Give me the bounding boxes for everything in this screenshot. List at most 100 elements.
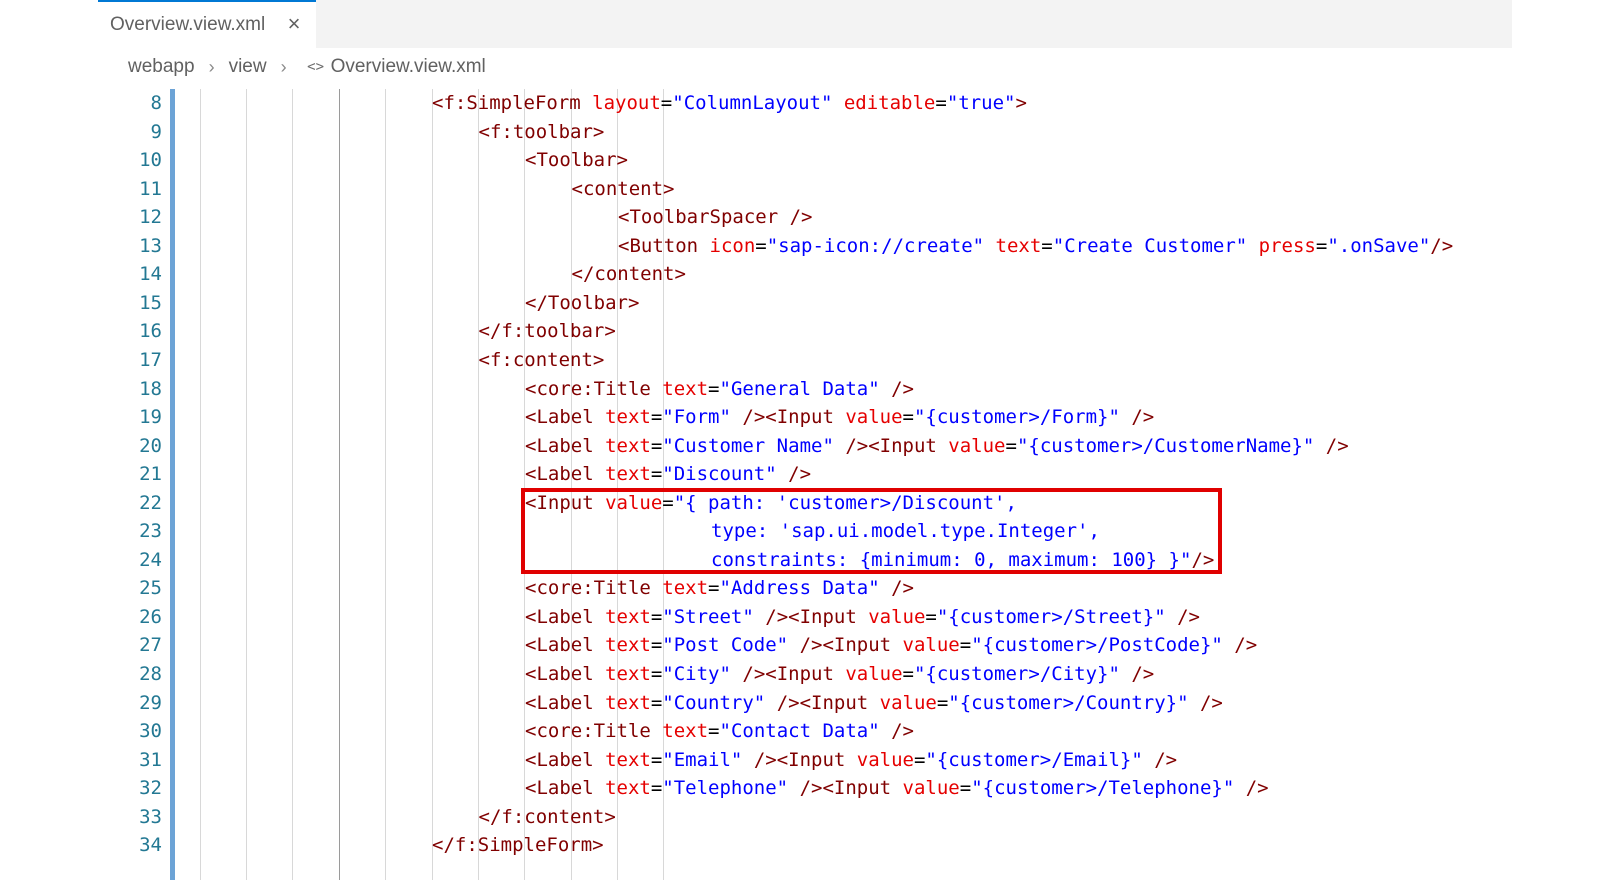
code-line[interactable]: 17 <f:content> — [0, 346, 1600, 375]
line-number: 32 — [139, 777, 162, 800]
line-number: 34 — [139, 834, 162, 857]
code-line[interactable]: 11 <content> — [0, 175, 1600, 204]
line-number: 31 — [139, 748, 162, 771]
line-number: 12 — [139, 206, 162, 229]
code-line[interactable]: 12 <ToolbarSpacer /> — [0, 203, 1600, 232]
code-token-str: "Country" — [662, 691, 766, 714]
line-number: 27 — [139, 634, 162, 657]
code-token-attr: text — [605, 634, 651, 657]
line-number: 25 — [139, 577, 162, 600]
code-token-str: "Post Code" — [662, 634, 789, 657]
code-text: <Button icon="sap-icon://create" text="C… — [618, 232, 1453, 261]
line-number: 23 — [139, 520, 162, 543]
code-text: <f:content> — [479, 346, 605, 375]
code-token-tag: <core:Title — [525, 720, 663, 743]
code-token-attr: value — [845, 406, 903, 429]
code-editor[interactable]: 8 <f:SimpleForm layout="ColumnLayout" edi… — [0, 89, 1600, 880]
code-token-eq: = — [650, 634, 663, 657]
code-line[interactable]: 14 </content> — [0, 260, 1600, 289]
code-text: <core:Title text="Address Data" /> — [525, 574, 914, 603]
code-token-attr: value — [948, 434, 1006, 457]
code-token-str: "{customer>/Country}" — [948, 691, 1189, 714]
code-text: <Label text="Post Code" /><Input value="… — [525, 631, 1257, 660]
code-token-tag: </content> — [571, 263, 686, 286]
xml-file-icon: <> — [307, 59, 324, 75]
code-token-eq: = — [650, 777, 663, 800]
code-text: </f:SimpleForm> — [432, 831, 604, 860]
code-token-str: ".onSave" — [1327, 234, 1431, 257]
code-token-eq: = — [650, 605, 663, 628]
code-token-attr: text — [662, 720, 709, 743]
code-token-eq: = — [650, 748, 663, 771]
code-line[interactable]: 33 </f:content> — [0, 803, 1600, 832]
code-token-str: "{customer>/Street}" — [936, 605, 1166, 628]
code-token-attr: text — [605, 406, 651, 429]
code-line[interactable]: 20 <Label text="Customer Name" /><Input v… — [0, 432, 1600, 461]
code-line[interactable]: 28 <Label text="City" /><Input value="{cu… — [0, 660, 1600, 689]
code-text: <Label text="Customer Name" /><Input val… — [525, 432, 1349, 461]
code-token-tag: /> — [1119, 663, 1155, 685]
code-line[interactable]: 31 <Label text="Email" /><Input value="{c… — [0, 746, 1600, 775]
code-line[interactable]: 34 </f:SimpleForm> — [0, 831, 1600, 860]
code-token-tag: </f:content> — [478, 805, 616, 828]
code-text: <Label text="Form" /><Input value="{cust… — [525, 403, 1154, 432]
code-token-attr: value — [879, 691, 937, 714]
code-token-tag: /> — [1119, 406, 1155, 429]
code-token-tag: <Label — [525, 634, 606, 657]
code-token-str: "{customer>/Telephone}" — [971, 777, 1235, 800]
code-token-tag: /> — [1234, 777, 1269, 800]
code-text: <Label text="City" /><Input value="{cust… — [525, 660, 1154, 689]
code-token-str: "Contact Data" — [719, 720, 880, 743]
code-text: <ToolbarSpacer /> — [618, 203, 812, 232]
tab-title: Overview.view.xml — [110, 14, 266, 35]
code-token-eq: = — [959, 777, 972, 800]
code-token-str: "{customer>/City}" — [913, 663, 1120, 685]
code-token-tag: /><Input — [788, 634, 903, 657]
code-line[interactable]: 13 <Button icon="sap-icon://create" text=… — [0, 232, 1600, 261]
breadcrumb-item-file[interactable]: Overview.view.xml — [331, 56, 486, 78]
code-line[interactable]: 15 </Toolbar> — [0, 289, 1600, 318]
code-text: <f:SimpleForm layout="ColumnLayout" edit… — [432, 89, 1027, 118]
code-text: </f:toolbar> — [479, 317, 616, 346]
tab-overview-view-xml[interactable]: Overview.view.xml × — [98, 0, 316, 48]
code-line[interactable]: 21 <Label text="Discount" /> — [0, 460, 1600, 489]
code-line[interactable]: 25 <core:Title text="Address Data" /> — [0, 574, 1600, 603]
code-token-eq: = — [660, 92, 673, 114]
code-token-eq: = — [662, 491, 674, 514]
code-line[interactable]: 19 <Label text="Form" /><Input value="{cu… — [0, 403, 1600, 432]
code-token-tag: <Label — [525, 691, 606, 714]
code-line[interactable]: 8 <f:SimpleForm layout="ColumnLayout" edi… — [0, 89, 1600, 118]
line-number: 18 — [139, 377, 162, 400]
code-token-attr: text — [605, 748, 651, 771]
code-token-tag: /><Input — [765, 691, 880, 714]
code-line[interactable]: 16 </f:toolbar> — [0, 317, 1600, 346]
code-line[interactable]: 29 <Label text="Country" /><Input value="… — [0, 689, 1600, 718]
line-number: 14 — [139, 263, 162, 286]
line-number: 29 — [139, 691, 162, 714]
code-token-eq: = — [902, 663, 914, 685]
code-token-tag: /> — [1222, 634, 1258, 657]
code-token-tag: > — [1015, 92, 1027, 114]
code-line[interactable]: 27 <Label text="Post Code" /><Input value… — [0, 631, 1600, 660]
code-token-tag: </f:toolbar> — [478, 320, 616, 343]
code-token-attr: icon — [709, 234, 756, 257]
code-token-tag: <Toolbar> — [525, 149, 628, 172]
breadcrumb-item-webapp[interactable]: webapp — [128, 56, 195, 78]
code-token-attr: text — [605, 663, 651, 685]
code-token-tag: <Button — [618, 234, 710, 257]
code-line[interactable]: 18 <core:Title text="General Data" /> — [0, 375, 1600, 404]
code-token-eq: = — [925, 605, 937, 628]
code-line[interactable]: 23 type: 'sap.ui.model.type.Integer', — [0, 517, 1600, 546]
code-token-str: "Create Customer" — [1052, 234, 1248, 257]
close-icon[interactable]: × — [284, 13, 304, 35]
code-line[interactable]: 22 <Input value="{ path: 'customer>/Disco… — [0, 489, 1600, 518]
code-token-str: "sap-icon://create" — [766, 234, 985, 257]
code-line[interactable]: 32 <Label text="Telephone" /><Input value… — [0, 774, 1600, 803]
code-line[interactable]: 30 <core:Title text="Contact Data" /> — [0, 717, 1600, 746]
code-line[interactable]: 10 <Toolbar> — [0, 146, 1600, 175]
code-line[interactable]: 9 <f:toolbar> — [0, 118, 1600, 147]
breadcrumb-item-view[interactable]: view — [229, 56, 267, 78]
code-line[interactable]: 26 <Label text="Street" /><Input value="{… — [0, 603, 1600, 632]
code-token-str: "{customer>/Form}" — [913, 406, 1120, 429]
code-line[interactable]: 24 constraints: {minimum: 0, maximum: 100… — [0, 546, 1600, 575]
